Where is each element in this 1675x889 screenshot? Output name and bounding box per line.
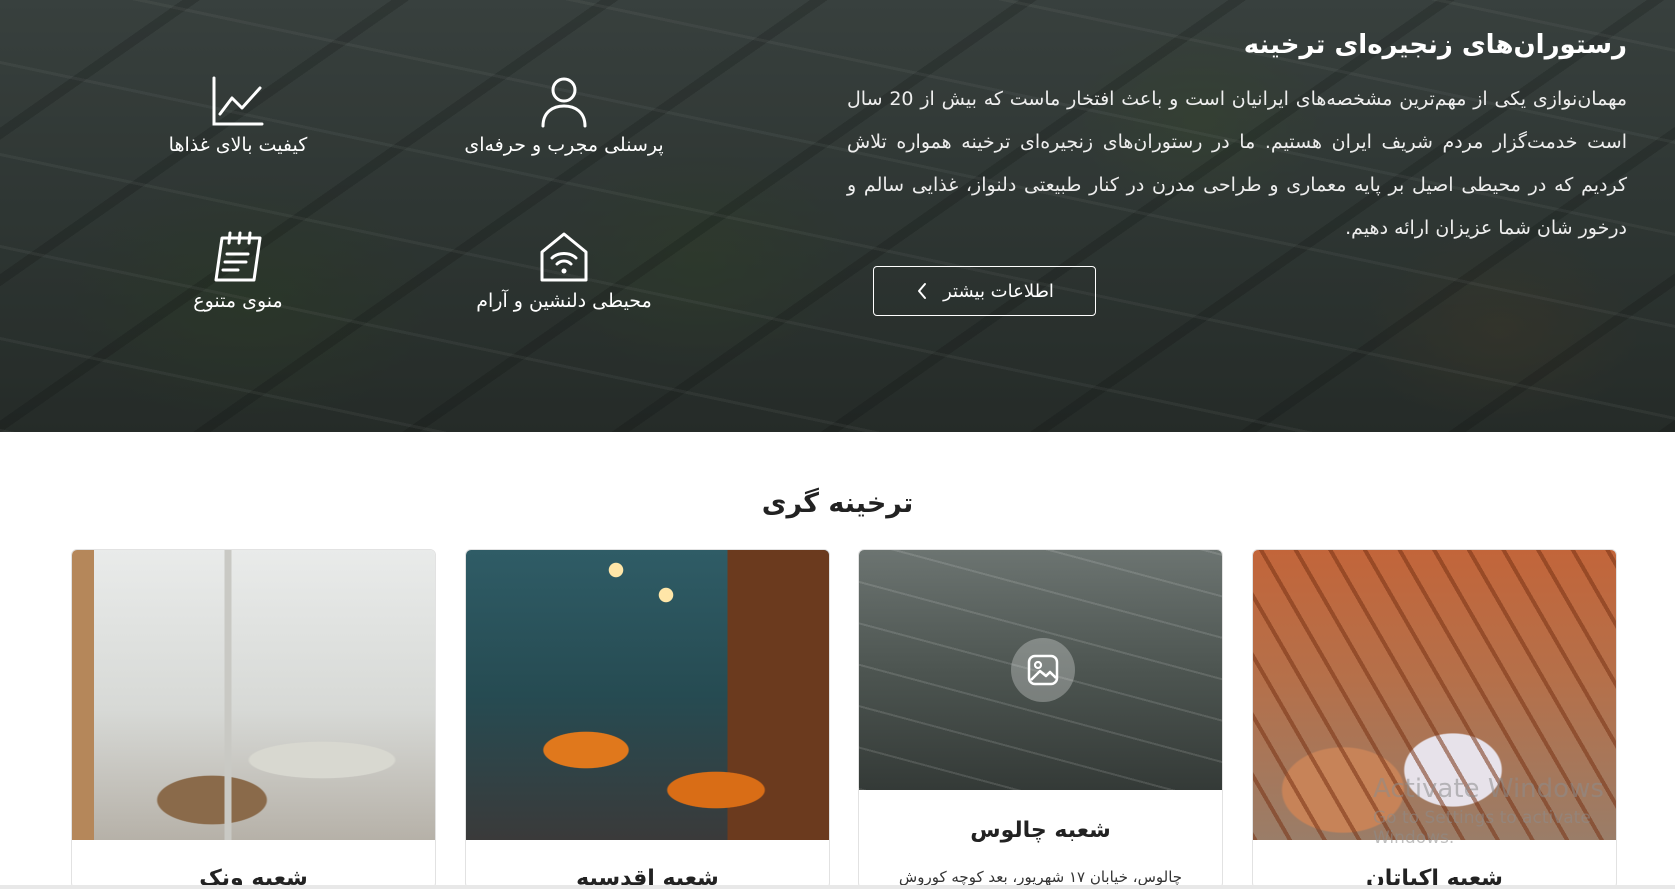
user-icon bbox=[541, 77, 587, 128]
home-wifi-icon bbox=[540, 232, 588, 282]
menu-note-icon bbox=[214, 231, 262, 282]
more-info-button[interactable]: اطلاعات بیشتر bbox=[873, 266, 1096, 316]
branch-address: چالوس، خیابان ۱۷ شهریور، بعد کوچه کوروش bbox=[898, 868, 1183, 886]
hero-description: مهمان‌نوازی یکی از مهم‌ترین مشخصه‌های ای… bbox=[847, 88, 1627, 239]
feature-label: پرسنلی مجرب و حرفه‌ای bbox=[464, 134, 664, 156]
feature-quality: کیفیت بالای غذاها bbox=[88, 74, 388, 156]
branch-photo bbox=[859, 550, 1222, 790]
windows-activation-watermark: Activate Windows Go to Settings to activ… bbox=[1373, 774, 1604, 848]
branch-name: شعبه چالوس bbox=[970, 818, 1111, 843]
branch-card-chalus[interactable]: شعبه چالوس چالوس، خیابان ۱۷ شهریور، بعد … bbox=[858, 549, 1223, 889]
page-bottom-edge bbox=[0, 885, 1675, 889]
image-icon[interactable] bbox=[1011, 638, 1075, 702]
feature-personnel: پرسنلی مجرب و حرفه‌ای bbox=[414, 74, 714, 156]
more-info-label: اطلاعات بیشتر bbox=[943, 280, 1054, 302]
feature-atmosphere: محیطی دلنشین و آرام bbox=[414, 230, 714, 312]
chart-icon bbox=[212, 76, 264, 126]
branch-card-aghdasieh[interactable]: شعبه اقدسیه bbox=[465, 549, 830, 889]
branch-photo bbox=[466, 550, 829, 840]
about-hero: رستوران‌های زنجیره‌ای ترخینه مهمان‌نوازی… bbox=[0, 0, 1675, 432]
branches-title: ترخینه گری bbox=[761, 488, 914, 519]
hero-title: رستوران‌های زنجیره‌ای ترخینه bbox=[1243, 30, 1627, 60]
feature-label: کیفیت بالای غذاها bbox=[168, 134, 308, 156]
chevron-left-icon bbox=[918, 283, 927, 299]
feature-label: محیطی دلنشین و آرام bbox=[476, 290, 652, 312]
branch-photo bbox=[72, 550, 435, 840]
feature-label: منوی متنوع bbox=[193, 290, 283, 312]
branch-card-vanak[interactable]: شعبه ونک bbox=[71, 549, 436, 889]
feature-menu: منوی متنوع bbox=[88, 230, 388, 312]
